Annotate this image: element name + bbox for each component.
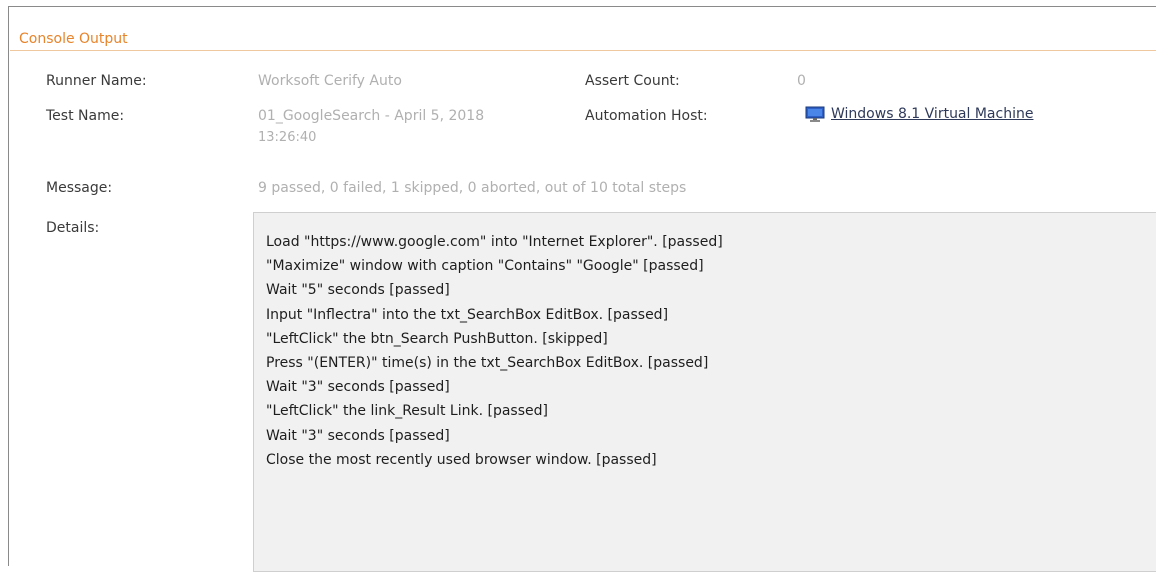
runner-name-label: Runner Name:	[46, 73, 147, 89]
details-line: Press "(ENTER)" time(s) in the txt_Searc…	[266, 355, 709, 372]
panel-title: Console Output	[19, 31, 128, 47]
automation-host-link[interactable]: Windows 8.1 Virtual Machine	[805, 106, 1033, 122]
details-line: "Maximize" window with caption "Contains…	[266, 258, 704, 275]
test-name-line2: 13:26:40	[258, 130, 317, 145]
details-box[interactable]: Load "https://www.google.com" into "Inte…	[253, 212, 1156, 572]
message-value: 9 passed, 0 failed, 1 skipped, 0 aborted…	[258, 180, 687, 196]
panel-header	[10, 24, 1156, 51]
message-label: Message:	[46, 180, 113, 196]
runner-name-value: Worksoft Cerify Auto	[258, 73, 402, 89]
assert-count-label: Assert Count:	[585, 73, 680, 89]
details-line: Wait "3" seconds [passed]	[266, 379, 450, 396]
automation-host-value[interactable]: Windows 8.1 Virtual Machine	[831, 106, 1033, 122]
details-line: Wait "5" seconds [passed]	[266, 282, 450, 299]
details-line: Wait "3" seconds [passed]	[266, 427, 450, 444]
test-name-value: 01_GoogleSearch - April 5, 2018 13:26:40	[258, 105, 484, 149]
test-name-line1: 01_GoogleSearch - April 5, 2018	[258, 108, 485, 124]
details-label: Details:	[46, 220, 100, 236]
monitor-icon	[805, 106, 825, 122]
test-name-label: Test Name:	[46, 108, 125, 124]
details-line: Input "Inflectra" into the txt_SearchBox…	[266, 306, 669, 323]
details-line: Load "https://www.google.com" into "Inte…	[266, 234, 723, 250]
details-line: "LeftClick" the link_Result Link. [passe…	[266, 403, 548, 420]
assert-count-value: 0	[797, 73, 806, 89]
details-line: "LeftClick" the btn_Search PushButton. […	[266, 330, 608, 347]
details-line: Close the most recently used browser win…	[266, 451, 657, 468]
automation-host-label: Automation Host:	[585, 108, 708, 124]
